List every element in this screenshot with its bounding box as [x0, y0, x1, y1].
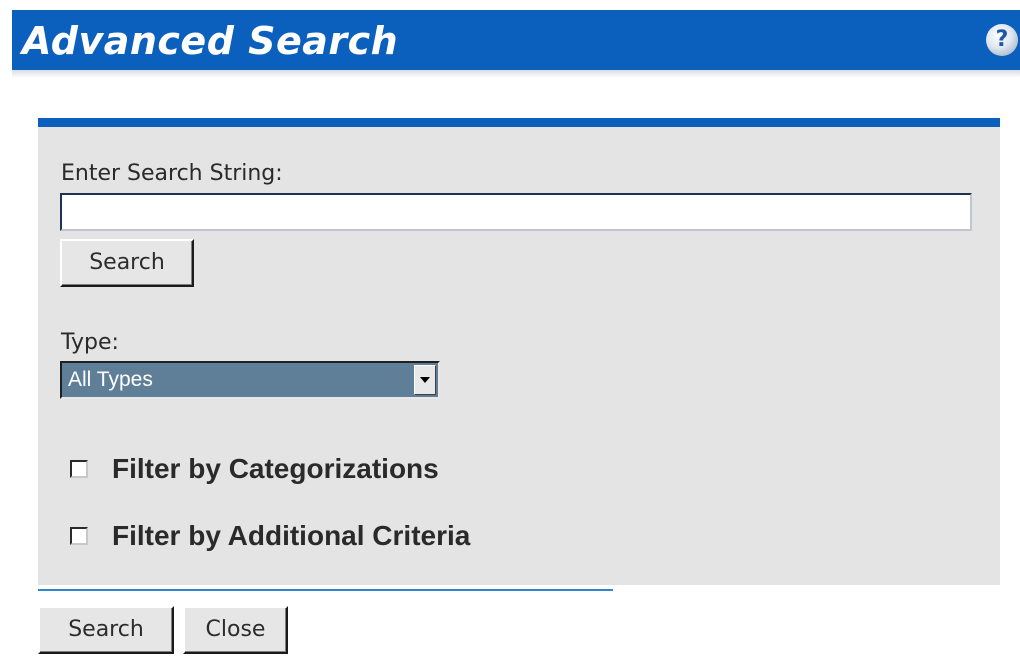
filter-categorizations-checkbox[interactable] [70, 460, 88, 478]
search-string-input[interactable] [60, 193, 972, 231]
footer-search-button[interactable]: Search [38, 606, 174, 654]
close-button[interactable]: Close [183, 606, 288, 654]
chevron-down-icon[interactable] [414, 365, 436, 395]
type-select[interactable]: All Types [60, 361, 440, 399]
type-select-value: All Types [68, 368, 153, 391]
search-panel: Enter Search String: Search Type: All Ty… [38, 118, 1000, 585]
help-icon[interactable]: ? [986, 24, 1018, 56]
search-button[interactable]: Search [60, 239, 194, 287]
filter-categorizations-label: Filter by Categorizations [112, 453, 439, 484]
page-title: Advanced Search [22, 19, 399, 63]
header-shadow [12, 70, 1020, 78]
filter-additional-criteria-checkbox[interactable] [70, 527, 88, 545]
header-bar: Advanced Search ? [12, 10, 1020, 70]
search-string-label: Enter Search String: [61, 161, 283, 186]
footer-divider [38, 589, 613, 591]
filter-additional-criteria-label: Filter by Additional Criteria [112, 520, 471, 551]
type-label: Type: [61, 330, 119, 355]
